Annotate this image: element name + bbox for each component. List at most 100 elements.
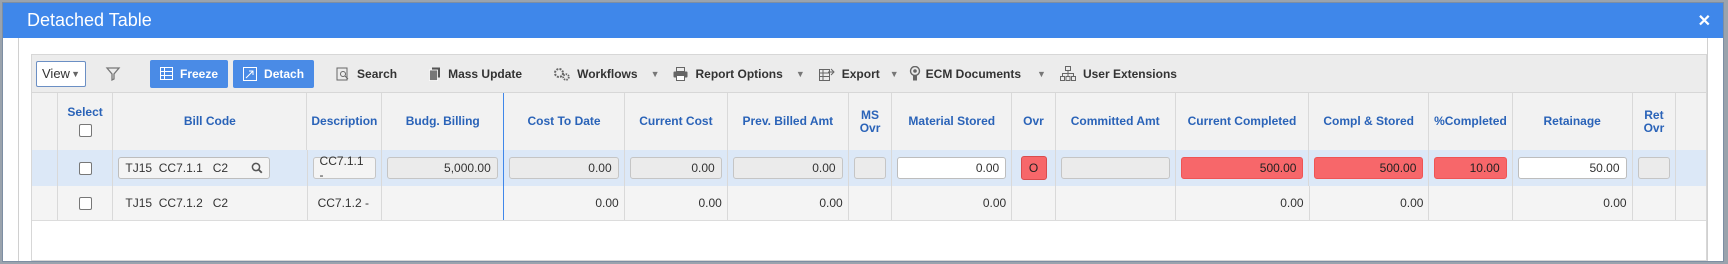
dialog-title: Detached Table (27, 10, 152, 30)
ms-ovr-header[interactable]: MS Ovr (849, 93, 893, 150)
detach-button[interactable]: Detach (233, 59, 315, 88)
bill-code-header[interactable]: Bill Code (113, 93, 308, 150)
retainage-cell[interactable]: 0.00 (1513, 186, 1633, 220)
view-select[interactable]: View ▼ (36, 60, 86, 87)
search-icon (336, 67, 350, 81)
data-grid: Select Bill Code Description Budg. Billi… (31, 92, 1707, 261)
compl-stored-header[interactable]: Compl & Stored (1309, 93, 1430, 150)
row-select-checkbox[interactable] (78, 161, 92, 175)
pct-completed-cell[interactable] (1429, 186, 1513, 220)
prev-billed-cell: 0.00 (728, 150, 849, 186)
row-select-checkbox[interactable] (78, 196, 92, 210)
select-all-checkbox[interactable] (78, 124, 92, 137)
table-row[interactable]: TJ15 CC7.1.1 C2 CC7.1.1 - 5,000.00 0.00 (32, 150, 1706, 187)
view-select-value: View (42, 66, 70, 81)
compl-stored-cell[interactable]: 0.00 (1310, 186, 1430, 220)
mass-update-button[interactable]: Mass Update (429, 60, 522, 88)
lookup-search-icon[interactable] (251, 162, 263, 174)
grid-toolbar: View ▼ Freeze Detach Search Mass Update … (31, 54, 1707, 92)
description-cell[interactable]: CC7.1.2 - (308, 186, 382, 220)
printer-icon (673, 66, 688, 81)
export-label: Export (841, 66, 880, 81)
row-indicator (32, 186, 58, 220)
budg-billing-header[interactable]: Budg. Billing (382, 93, 505, 150)
export-button[interactable]: Export (818, 60, 880, 88)
workflows-button[interactable]: Workflows (554, 60, 638, 88)
cost-to-date-cell: 0.00 (504, 150, 625, 186)
workflows-label: Workflows (577, 66, 638, 81)
prev-billed-field: 0.00 (732, 157, 843, 179)
filter-icon[interactable] (104, 65, 122, 83)
ms-ovr-cell[interactable] (849, 186, 893, 220)
compl-stored-input[interactable]: 500.00 (1314, 157, 1424, 179)
ms-ovr-cell (849, 150, 893, 186)
description-header[interactable]: Description (307, 93, 383, 150)
bill-code-value: TJ15 CC7.1.1 C2 (125, 161, 229, 175)
freeze-label: Freeze (180, 66, 219, 81)
material-stored-cell: 0.00 (892, 150, 1013, 186)
ecm-documents-dropdown-icon[interactable]: ▼ (1037, 69, 1046, 79)
table-row[interactable]: TJ15 CC7.1.2 C2 CC7.1.2 - 0.00 0.00 0.00… (32, 186, 1706, 221)
detached-table-dialog: Detached Table ✕ View ▼ Freeze Detach Se… (2, 2, 1724, 262)
budg-billing-cell: 5,000.00 (382, 150, 504, 186)
ovr-cell: O (1012, 150, 1056, 186)
report-options-button[interactable]: Report Options (673, 60, 783, 88)
cost-to-date-field: 0.00 (508, 157, 619, 179)
current-cost-cell[interactable]: 0.00 (625, 186, 728, 220)
ret-ovr-field (1637, 157, 1671, 179)
description-input[interactable]: CC7.1.1 - (312, 154, 376, 182)
ms-ovr-field (853, 157, 887, 179)
pct-completed-header[interactable]: %Completed (1429, 93, 1513, 150)
prev-billed-header[interactable]: Prev. Billed Amt (728, 93, 849, 150)
override-button[interactable]: O (1020, 156, 1047, 180)
committed-amt-field (1060, 157, 1170, 179)
material-stored-input[interactable]: 0.00 (897, 157, 1007, 179)
export-icon (818, 67, 835, 81)
ret-ovr-header[interactable]: Ret Ovr (1633, 93, 1677, 150)
gears-icon (554, 67, 570, 81)
ecm-documents-button[interactable]: ECM Documents (909, 60, 1021, 88)
current-cost-header[interactable]: Current Cost (625, 93, 728, 150)
report-options-dropdown-icon[interactable]: ▼ (796, 69, 805, 79)
current-completed-cell[interactable]: 0.00 (1176, 186, 1310, 220)
row-filler (1676, 150, 1706, 186)
select-header-label: Select (67, 105, 103, 119)
prev-billed-cell[interactable]: 0.00 (728, 186, 849, 220)
current-cost-cell: 0.00 (625, 150, 728, 186)
workflows-dropdown-icon[interactable]: ▼ (651, 69, 660, 79)
budg-billing-field: 5,000.00 (386, 157, 498, 179)
committed-amt-header[interactable]: Committed Amt (1056, 93, 1176, 150)
retainage-input[interactable]: 50.00 (1517, 157, 1627, 179)
export-dropdown-icon[interactable]: ▼ (890, 69, 899, 79)
bill-code-cell[interactable]: TJ15 CC7.1.2 C2 (113, 186, 308, 220)
freeze-button[interactable]: Freeze (150, 59, 229, 88)
current-completed-cell: 500.00 (1176, 150, 1310, 186)
retainage-header[interactable]: Retainage (1513, 93, 1633, 150)
row-indicator (32, 150, 58, 186)
search-button[interactable]: Search (336, 60, 397, 88)
current-completed-input[interactable]: 500.00 (1180, 157, 1304, 179)
detach-icon (243, 66, 258, 81)
ovr-header[interactable]: Ovr (1012, 93, 1056, 150)
budg-billing-cell[interactable] (382, 186, 504, 220)
mass-update-icon (429, 67, 441, 81)
row-select-cell (58, 150, 114, 186)
committed-amt-cell[interactable] (1056, 186, 1176, 220)
cost-to-date-header[interactable]: Cost To Date (504, 93, 625, 150)
user-extensions-button[interactable]: User Extensions (1059, 60, 1177, 88)
row-select-cell (58, 186, 114, 220)
cost-to-date-cell[interactable]: 0.00 (504, 186, 625, 220)
material-stored-header[interactable]: Material Stored (892, 93, 1013, 150)
close-icon[interactable]: ✕ (1698, 11, 1711, 31)
ret-ovr-cell (1633, 150, 1677, 186)
material-stored-cell[interactable]: 0.00 (892, 186, 1013, 220)
ret-ovr-cell[interactable] (1633, 186, 1677, 220)
description-cell: CC7.1.1 - (308, 150, 382, 186)
ecm-documents-label: ECM Documents (925, 66, 1022, 81)
pct-completed-input[interactable]: 10.00 (1434, 157, 1507, 179)
freeze-icon (160, 67, 173, 80)
current-completed-header[interactable]: Current Completed (1176, 93, 1310, 150)
header-filler (1676, 93, 1706, 150)
ovr-cell[interactable] (1012, 186, 1056, 220)
bill-code-input[interactable]: TJ15 CC7.1.1 C2 (118, 157, 271, 179)
